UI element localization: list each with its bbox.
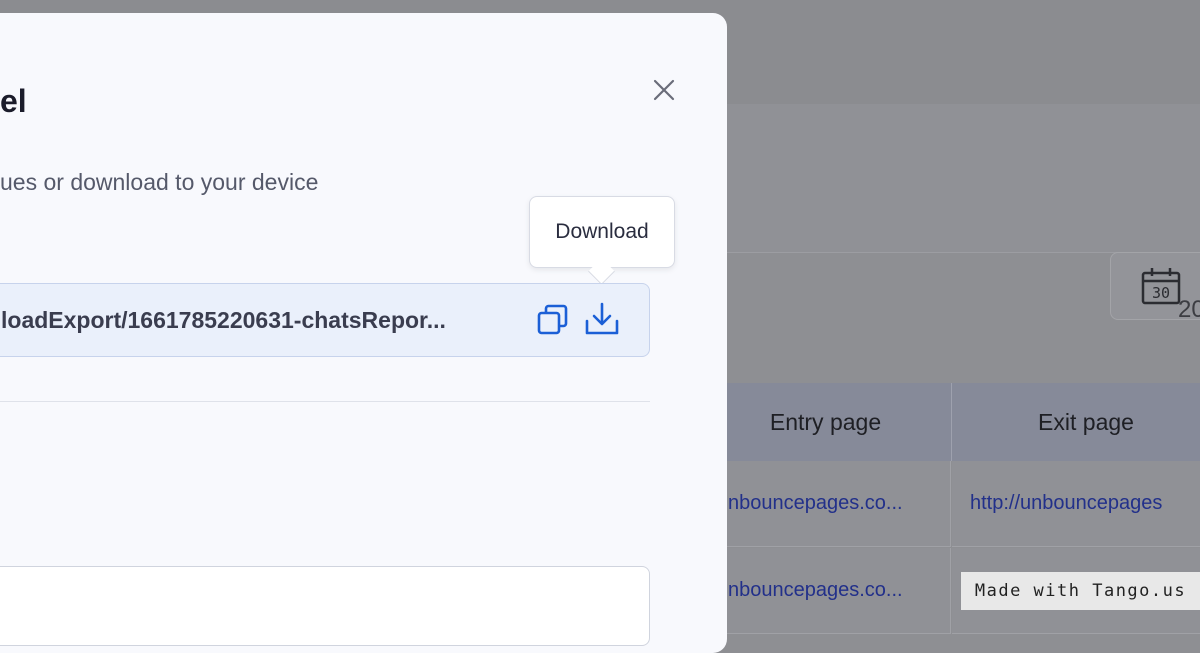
modal-description: ues or download to your device — [0, 169, 319, 195]
column-header-exit-page: Exit page — [952, 383, 1200, 461]
section-divider — [0, 401, 650, 402]
calendar-icon: 30 — [1141, 268, 1181, 305]
lower-input-box[interactable] — [0, 566, 650, 646]
export-url-text[interactable]: loadExport/1661785220631-chatsRepor... — [1, 307, 476, 334]
copy-icon — [537, 304, 568, 335]
table-cell-entry-page[interactable]: nbouncepages.co... — [700, 548, 951, 634]
close-button[interactable] — [650, 76, 678, 104]
export-modal: el ues or download to your device Downlo… — [0, 13, 727, 653]
table-cell-entry-page[interactable]: nbouncepages.co... — [700, 461, 951, 547]
modal-content: el ues or download to your device Downlo… — [0, 13, 727, 653]
copy-link-button[interactable] — [535, 302, 571, 338]
download-tooltip: Download — [529, 196, 675, 268]
calendar-day: 30 — [1152, 284, 1170, 302]
table-cell-exit-page[interactable]: http://unbouncepages — [952, 461, 1200, 547]
column-header-entry-page: Entry page — [700, 383, 952, 461]
tango-watermark: Made with Tango.us — [961, 572, 1200, 610]
modal-title: el — [0, 83, 27, 119]
close-icon — [653, 79, 675, 101]
export-url-field[interactable]: loadExport/1661785220631-chatsRepor... — [0, 283, 650, 357]
download-icon — [585, 302, 619, 335]
download-button[interactable] — [583, 300, 621, 338]
background-partial-value: 20 — [1178, 296, 1200, 323]
